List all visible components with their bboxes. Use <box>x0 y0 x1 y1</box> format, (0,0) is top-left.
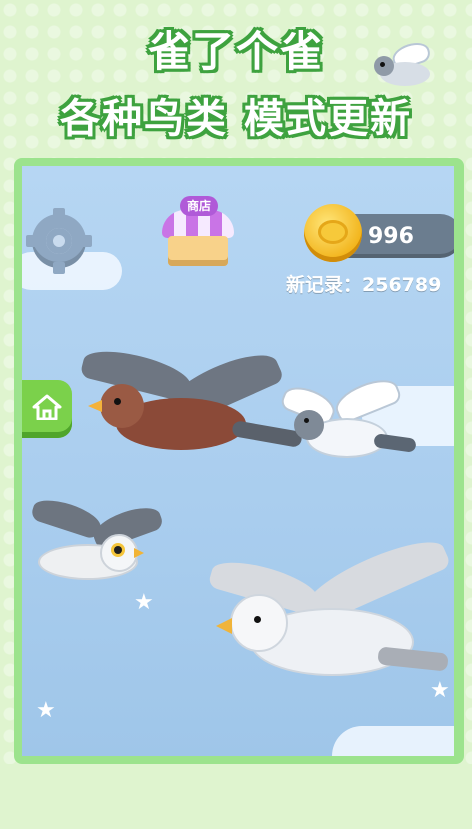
record-label: 新记录： <box>286 274 363 296</box>
footer-background <box>0 764 472 829</box>
new-record: 新记录：256789 <box>286 270 441 297</box>
coin-icon <box>304 204 362 262</box>
cloud <box>332 726 454 756</box>
home-icon <box>32 394 62 420</box>
subtitle-banner: 各种鸟类 模式更新 <box>60 96 412 142</box>
white-eagle-bird[interactable] <box>207 529 452 698</box>
settings-gear-icon[interactable] <box>26 208 92 274</box>
pigeon-bird[interactable] <box>278 372 422 474</box>
star-decoration: ★ <box>134 590 154 615</box>
game-screen: 商店 996 新记录：256789 ★ ★ ★ <box>14 158 464 764</box>
falcon-bird[interactable] <box>22 493 172 594</box>
home-button[interactable] <box>22 380 72 438</box>
coin-count: 996 <box>368 224 414 249</box>
star-decoration: ★ <box>36 698 56 723</box>
brown-eagle-bird[interactable] <box>79 343 303 476</box>
star-decoration: ★ <box>430 678 450 703</box>
record-value: 256789 <box>362 274 442 296</box>
shop-label: 商店 <box>180 196 218 216</box>
shop-base <box>168 236 228 266</box>
pigeon-decoration <box>372 38 442 90</box>
shop-button[interactable]: 商店 <box>162 196 234 268</box>
